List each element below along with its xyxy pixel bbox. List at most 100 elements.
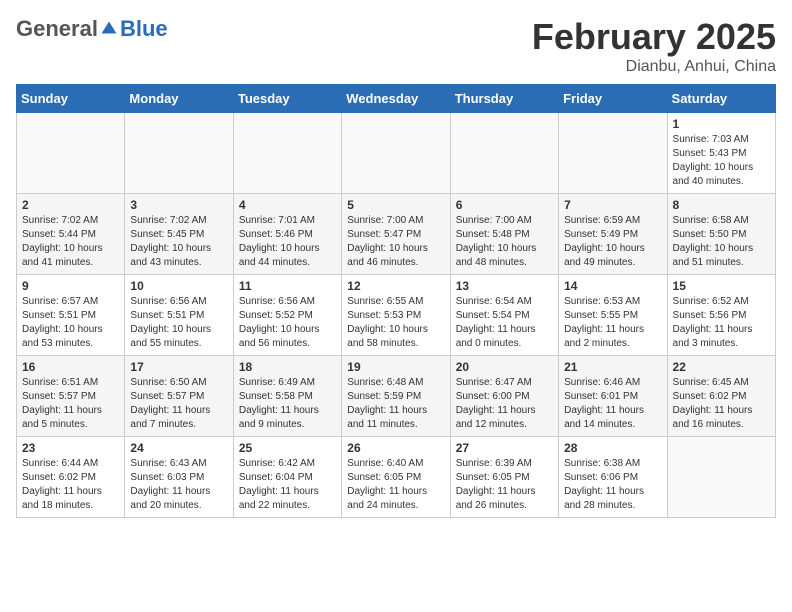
weekday-header: Monday <box>125 85 233 113</box>
calendar-day-cell: 14 Sunrise: 6:53 AM Sunset: 5:55 PM Dayli… <box>559 275 667 356</box>
day-number: 1 <box>673 117 770 131</box>
page-header: General Blue February 2025 Dianbu, Anhui… <box>16 16 776 76</box>
calendar-day-cell: 8Sunrise: 6:58 AM Sunset: 5:50 PM Daylig… <box>667 194 775 275</box>
day-info: Sunrise: 6:47 AM Sunset: 6:00 PM Dayligh… <box>456 376 553 432</box>
calendar-day-cell: 25 Sunrise: 6:42 AM Sunset: 6:04 PM Dayli… <box>233 437 341 518</box>
calendar-day-cell: 24 Sunrise: 6:43 AM Sunset: 6:03 PM Dayli… <box>125 437 233 518</box>
calendar-day-cell: 15 Sunrise: 6:52 AM Sunset: 5:56 PM Dayli… <box>667 275 775 356</box>
calendar-day-cell: 21 Sunrise: 6:46 AM Sunset: 6:01 PM Dayli… <box>559 356 667 437</box>
day-info: Sunrise: 6:58 AM Sunset: 5:50 PM Dayligh… <box>673 214 770 270</box>
calendar-day-cell: 22 Sunrise: 6:45 AM Sunset: 6:02 PM Dayli… <box>667 356 775 437</box>
day-number: 25 <box>239 441 336 455</box>
calendar-day-cell: 1 Sunrise: 7:03 AM Sunset: 5:43 PM Daylig… <box>667 113 775 194</box>
day-number: 22 <box>673 360 770 374</box>
calendar-day-cell: 23 Sunrise: 6:44 AM Sunset: 6:02 PM Dayli… <box>17 437 125 518</box>
day-info: Sunrise: 6:43 AM Sunset: 6:03 PM Dayligh… <box>130 457 227 513</box>
calendar-week-row: 1 Sunrise: 7:03 AM Sunset: 5:43 PM Daylig… <box>17 113 776 194</box>
day-info: Sunrise: 6:55 AM Sunset: 5:53 PM Dayligh… <box>347 295 444 351</box>
day-info: Sunrise: 7:03 AM Sunset: 5:43 PM Dayligh… <box>673 133 770 189</box>
day-info: Sunrise: 6:56 AM Sunset: 5:52 PM Dayligh… <box>239 295 336 351</box>
day-number: 19 <box>347 360 444 374</box>
day-info: Sunrise: 7:00 AM Sunset: 5:48 PM Dayligh… <box>456 214 553 270</box>
calendar-day-cell: 6 Sunrise: 7:00 AM Sunset: 5:48 PM Daylig… <box>450 194 558 275</box>
day-info: Sunrise: 6:48 AM Sunset: 5:59 PM Dayligh… <box>347 376 444 432</box>
calendar-day-cell <box>559 113 667 194</box>
day-number: 16 <box>22 360 119 374</box>
day-number: 27 <box>456 441 553 455</box>
calendar-day-cell: 7 Sunrise: 6:59 AM Sunset: 5:49 PM Daylig… <box>559 194 667 275</box>
day-info: Sunrise: 7:02 AM Sunset: 5:45 PM Dayligh… <box>130 214 227 270</box>
calendar-day-cell: 13Sunrise: 6:54 AM Sunset: 5:54 PM Dayli… <box>450 275 558 356</box>
day-number: 28 <box>564 441 661 455</box>
calendar-day-cell: 16 Sunrise: 6:51 AM Sunset: 5:57 PM Dayli… <box>17 356 125 437</box>
logo-icon <box>100 20 118 38</box>
calendar-day-cell <box>667 437 775 518</box>
day-number: 9 <box>22 279 119 293</box>
day-number: 2 <box>22 198 119 212</box>
month-title: February 2025 <box>532 16 776 58</box>
day-info: Sunrise: 6:59 AM Sunset: 5:49 PM Dayligh… <box>564 214 661 270</box>
weekday-header: Sunday <box>17 85 125 113</box>
day-number: 7 <box>564 198 661 212</box>
weekday-header: Thursday <box>450 85 558 113</box>
title-block: February 2025 Dianbu, Anhui, China <box>532 16 776 76</box>
day-number: 20 <box>456 360 553 374</box>
calendar-week-row: 2 Sunrise: 7:02 AM Sunset: 5:44 PM Daylig… <box>17 194 776 275</box>
day-info: Sunrise: 6:54 AM Sunset: 5:54 PM Dayligh… <box>456 295 553 351</box>
logo-blue: Blue <box>120 16 168 42</box>
calendar-day-cell: 27 Sunrise: 6:39 AM Sunset: 6:05 PM Dayli… <box>450 437 558 518</box>
day-number: 17 <box>130 360 227 374</box>
calendar-header-row: SundayMondayTuesdayWednesdayThursdayFrid… <box>17 85 776 113</box>
day-number: 21 <box>564 360 661 374</box>
day-number: 4 <box>239 198 336 212</box>
day-info: Sunrise: 6:50 AM Sunset: 5:57 PM Dayligh… <box>130 376 227 432</box>
logo: General Blue <box>16 16 168 42</box>
location: Dianbu, Anhui, China <box>532 58 776 76</box>
day-number: 3 <box>130 198 227 212</box>
day-number: 6 <box>456 198 553 212</box>
day-number: 14 <box>564 279 661 293</box>
calendar-day-cell <box>125 113 233 194</box>
calendar-week-row: 23 Sunrise: 6:44 AM Sunset: 6:02 PM Dayli… <box>17 437 776 518</box>
logo-general: General <box>16 16 98 42</box>
calendar-week-row: 16 Sunrise: 6:51 AM Sunset: 5:57 PM Dayli… <box>17 356 776 437</box>
calendar-table: SundayMondayTuesdayWednesdayThursdayFrid… <box>16 84 776 518</box>
day-info: Sunrise: 6:44 AM Sunset: 6:02 PM Dayligh… <box>22 457 119 513</box>
day-number: 26 <box>347 441 444 455</box>
day-info: Sunrise: 6:38 AM Sunset: 6:06 PM Dayligh… <box>564 457 661 513</box>
day-number: 5 <box>347 198 444 212</box>
calendar-day-cell: 17 Sunrise: 6:50 AM Sunset: 5:57 PM Dayli… <box>125 356 233 437</box>
calendar-day-cell: 4 Sunrise: 7:01 AM Sunset: 5:46 PM Daylig… <box>233 194 341 275</box>
calendar-day-cell: 28 Sunrise: 6:38 AM Sunset: 6:06 PM Dayli… <box>559 437 667 518</box>
day-info: Sunrise: 7:01 AM Sunset: 5:46 PM Dayligh… <box>239 214 336 270</box>
day-info: Sunrise: 6:57 AM Sunset: 5:51 PM Dayligh… <box>22 295 119 351</box>
weekday-header: Tuesday <box>233 85 341 113</box>
day-info: Sunrise: 6:52 AM Sunset: 5:56 PM Dayligh… <box>673 295 770 351</box>
calendar-day-cell: 9 Sunrise: 6:57 AM Sunset: 5:51 PM Daylig… <box>17 275 125 356</box>
day-number: 23 <box>22 441 119 455</box>
day-info: Sunrise: 7:02 AM Sunset: 5:44 PM Dayligh… <box>22 214 119 270</box>
day-number: 15 <box>673 279 770 293</box>
day-info: Sunrise: 6:56 AM Sunset: 5:51 PM Dayligh… <box>130 295 227 351</box>
day-info: Sunrise: 6:53 AM Sunset: 5:55 PM Dayligh… <box>564 295 661 351</box>
calendar-day-cell: 3 Sunrise: 7:02 AM Sunset: 5:45 PM Daylig… <box>125 194 233 275</box>
day-info: Sunrise: 6:40 AM Sunset: 6:05 PM Dayligh… <box>347 457 444 513</box>
weekday-header: Saturday <box>667 85 775 113</box>
day-number: 24 <box>130 441 227 455</box>
calendar-day-cell: 20 Sunrise: 6:47 AM Sunset: 6:00 PM Dayli… <box>450 356 558 437</box>
day-info: Sunrise: 6:49 AM Sunset: 5:58 PM Dayligh… <box>239 376 336 432</box>
day-number: 12 <box>347 279 444 293</box>
day-info: Sunrise: 6:42 AM Sunset: 6:04 PM Dayligh… <box>239 457 336 513</box>
calendar-day-cell <box>342 113 450 194</box>
calendar-day-cell: 2 Sunrise: 7:02 AM Sunset: 5:44 PM Daylig… <box>17 194 125 275</box>
weekday-header: Wednesday <box>342 85 450 113</box>
day-info: Sunrise: 6:46 AM Sunset: 6:01 PM Dayligh… <box>564 376 661 432</box>
day-info: Sunrise: 6:45 AM Sunset: 6:02 PM Dayligh… <box>673 376 770 432</box>
calendar-day-cell: 12 Sunrise: 6:55 AM Sunset: 5:53 PM Dayli… <box>342 275 450 356</box>
calendar-day-cell <box>450 113 558 194</box>
day-info: Sunrise: 6:39 AM Sunset: 6:05 PM Dayligh… <box>456 457 553 513</box>
calendar-day-cell <box>17 113 125 194</box>
calendar-day-cell: 18Sunrise: 6:49 AM Sunset: 5:58 PM Dayli… <box>233 356 341 437</box>
day-info: Sunrise: 6:51 AM Sunset: 5:57 PM Dayligh… <box>22 376 119 432</box>
day-number: 10 <box>130 279 227 293</box>
